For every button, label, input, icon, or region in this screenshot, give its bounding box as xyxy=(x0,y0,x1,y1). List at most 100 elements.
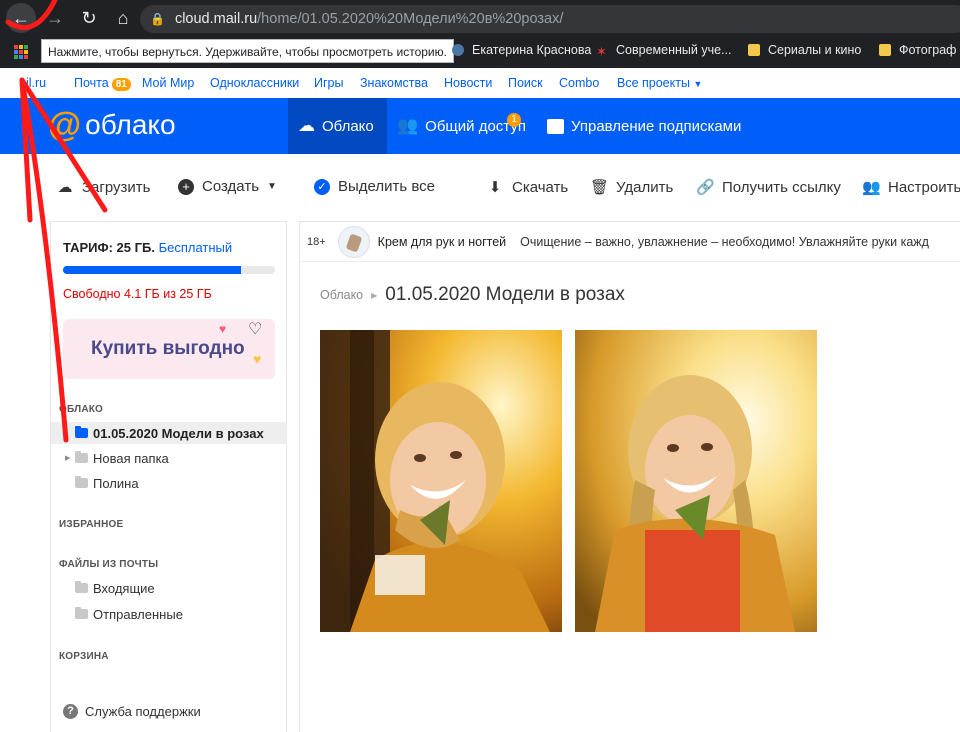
trash-section-header[interactable]: КОРЗИНА xyxy=(59,651,109,662)
support-link[interactable]: ? Служба поддержки xyxy=(63,704,201,719)
create-button[interactable]: + Создать ▼ xyxy=(178,178,277,195)
folder-item-current[interactable]: 01.05.2020 Модели в розах xyxy=(51,422,287,444)
bookmark-item[interactable]: ✶ Современный уче... xyxy=(596,43,732,59)
heart-icon: ♥ xyxy=(253,351,262,367)
portal-link-combo[interactable]: Combo xyxy=(559,76,599,90)
bookmark-label: Современный уче... xyxy=(616,43,732,57)
vk-icon xyxy=(452,44,464,56)
bookmark-item[interactable]: Екатерина Краснова xyxy=(452,43,591,57)
support-label: Служба поддержки xyxy=(85,704,201,719)
breadcrumb-root[interactable]: Облако xyxy=(320,288,363,302)
mail-count-badge: 81 xyxy=(111,78,131,91)
photo-image xyxy=(575,330,817,632)
cloud-section-header[interactable]: ОБЛАКО xyxy=(59,404,103,415)
ad-banner[interactable]: 18+ Крем для рук и ногтей Очищение – важ… xyxy=(300,222,960,262)
breadcrumb: Облако ▶ 01.05.2020 Модели в розах xyxy=(320,284,625,306)
forward-button[interactable]: → xyxy=(40,3,70,33)
tab-cloud[interactable]: ☁ Облако xyxy=(288,98,387,154)
download-icon: ⬇ xyxy=(488,179,502,196)
heart-icon: ♥ xyxy=(219,322,227,336)
folder-label: Отправленные xyxy=(93,606,183,622)
portal-link-mymir[interactable]: Мой Мир xyxy=(142,76,194,90)
download-button[interactable]: ⬇ Скачать xyxy=(486,178,569,197)
age-label: 18+ xyxy=(307,235,326,248)
people-icon: 👥 xyxy=(397,116,419,135)
bookmark-label: Екатерина Краснова xyxy=(472,43,592,57)
tab-label: Управление подписками xyxy=(571,117,742,135)
check-circle-icon: ✓ xyxy=(314,178,330,195)
quota-fill xyxy=(63,266,242,274)
at-logo-icon: @ xyxy=(48,106,82,144)
configure-button[interactable]: 👥 Настроить xyxy=(862,178,960,197)
folder-icon xyxy=(879,44,891,56)
delete-button[interactable]: 🗑 Удалить xyxy=(590,178,674,197)
ad-text: Очищение – важно, увлажнение – необходим… xyxy=(520,234,929,249)
caret-right-icon[interactable]: ▶ xyxy=(65,454,70,462)
tab-subscriptions[interactable]: Управление подписками xyxy=(537,98,751,154)
tariff-info: ТАРИФ: 25 ГБ. Бесплатный xyxy=(63,240,232,255)
portal-link-search[interactable]: Поиск xyxy=(508,76,543,90)
tab-label: Облако xyxy=(322,117,374,135)
apps-grid-icon[interactable] xyxy=(14,45,28,59)
bookmarks-bar: Нажмите, чтобы вернуться. Удерживайте, ч… xyxy=(0,36,960,68)
folder-label: 01.05.2020 Модели в розах xyxy=(93,425,264,441)
cloud-header: @ облако ☁ Облако 👥 Общий доступ 1 Управ… xyxy=(0,98,960,154)
logo-text: облако xyxy=(85,109,176,140)
sidebar: ТАРИФ: 25 ГБ. Бесплатный Свободно 4.1 ГБ… xyxy=(50,221,287,732)
tab-shared[interactable]: 👥 Общий доступ 1 xyxy=(387,98,535,154)
bookmark-label: Фотограф xyxy=(899,43,957,57)
portal-nav: ail.ru Почта 81 Мой Мир Одноклассники Игр… xyxy=(0,68,960,98)
bookmark-label: Сериалы и кино xyxy=(768,43,862,57)
star-icon: ✶ xyxy=(596,44,607,59)
bookmark-item[interactable]: Сериалы и кино xyxy=(748,43,861,57)
home-button[interactable]: ⌂ xyxy=(108,3,138,33)
cloud-logo[interactable]: @ облако xyxy=(48,108,176,142)
portal-link-dating[interactable]: Знакомства xyxy=(360,76,428,90)
folder-label: Входящие xyxy=(93,580,155,596)
folder-item[interactable]: Полина xyxy=(51,472,287,494)
photo-thumbnail[interactable] xyxy=(320,330,562,632)
card-icon xyxy=(547,118,564,134)
question-icon: ? xyxy=(63,704,78,719)
ad-title: Крем для рук и ногтей xyxy=(377,234,507,249)
folder-icon xyxy=(75,581,88,593)
browser-toolbar: ← → ↻ ⌂ 🔒 cloud.mail.ru /home/01.05.2020… xyxy=(0,0,960,36)
portal-link-ok[interactable]: Одноклассники xyxy=(210,76,299,90)
folder-icon xyxy=(75,451,88,463)
portal-link-mailru[interactable]: ail.ru xyxy=(19,76,46,90)
folder-icon xyxy=(75,476,88,488)
promo-banner[interactable]: ♥ ♡ ♥ Купить выгодно xyxy=(63,319,275,379)
page-title: 01.05.2020 Модели в розах xyxy=(385,284,625,305)
portal-link-games[interactable]: Игры xyxy=(314,76,343,90)
cloud-icon: ☁ xyxy=(298,116,315,135)
upload-label: Загрузить xyxy=(82,178,151,196)
get-link-button[interactable]: 🔗 Получить ссылку xyxy=(696,178,841,197)
chevron-right-icon: ▶ xyxy=(371,290,378,300)
portal-link-news[interactable]: Новости xyxy=(444,76,492,90)
bookmark-item[interactable]: Фотограф xyxy=(879,43,956,57)
home-icon: ⌂ xyxy=(117,7,129,28)
select-all-button[interactable]: ✓ Выделить все xyxy=(314,178,435,195)
folder-icon xyxy=(75,607,88,619)
upload-button[interactable]: ☁ Загрузить xyxy=(56,178,151,197)
delete-label: Удалить xyxy=(616,178,674,196)
address-bar[interactable]: 🔒 cloud.mail.ru /home/01.05.2020%20Модел… xyxy=(140,5,960,33)
portal-link-mail[interactable]: Почта 81 xyxy=(74,76,131,91)
mail-files-section-header[interactable]: ФАЙЛЫ ИЗ ПОЧТЫ xyxy=(59,559,158,570)
trash-icon: 🗑 xyxy=(590,179,610,196)
favorites-section-header[interactable]: ИЗБРАННОЕ xyxy=(59,519,123,530)
mail-folder-item[interactable]: Отправленные xyxy=(51,603,287,625)
caret-down-icon: ▼ xyxy=(267,181,277,192)
reload-button[interactable]: ↻ xyxy=(74,3,104,33)
heart-outline-icon: ♡ xyxy=(248,321,263,338)
photo-thumbnail[interactable] xyxy=(575,330,817,632)
folder-label: Полина xyxy=(93,475,139,491)
tariff-plan-link[interactable]: Бесплатный xyxy=(159,240,233,255)
mail-folder-item[interactable]: Входящие xyxy=(51,577,287,599)
back-button[interactable]: ← xyxy=(6,3,36,33)
photo-image xyxy=(320,330,562,632)
ad-thumbnail xyxy=(337,225,370,258)
folder-item[interactable]: ▶ Новая папка xyxy=(51,447,287,469)
portal-link-all-projects[interactable]: Все проекты ▼ xyxy=(617,76,702,90)
back-tooltip: Нажмите, чтобы вернуться. Удерживайте, ч… xyxy=(41,39,454,63)
